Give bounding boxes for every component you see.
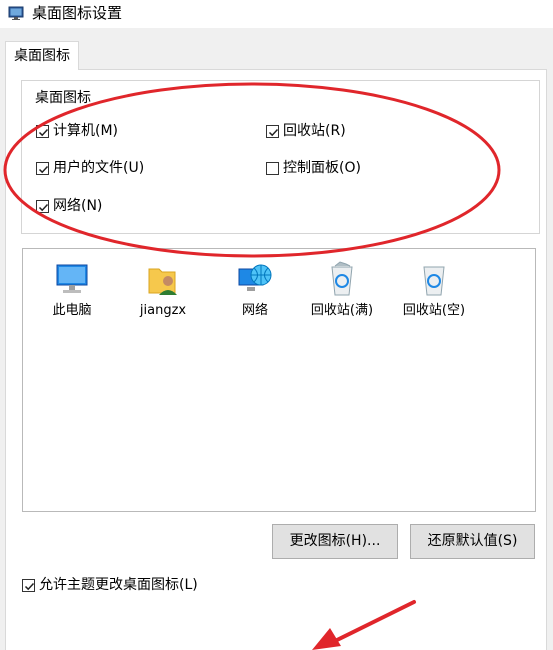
tab-desktop-icons[interactable]: 桌面图标	[5, 41, 79, 70]
checkbox-checked-icon	[36, 161, 49, 175]
network-icon	[235, 259, 275, 299]
checkbox-checked-icon	[266, 124, 279, 138]
checkbox-label: 回收站(R)	[283, 123, 346, 139]
checkbox-control-panel[interactable]: 控制面板(O)	[266, 159, 361, 177]
checkbox-label: 网络(N)	[53, 198, 103, 214]
checkbox-label: 允许主题更改桌面图标(L)	[39, 577, 198, 593]
item-label: jiangzx	[139, 303, 187, 318]
title-bar: 桌面图标设置	[0, 0, 553, 28]
checkbox-allow-theme[interactable]: 允许主题更改桌面图标(L)	[22, 576, 198, 594]
checkbox-checked-icon	[36, 124, 49, 138]
item-label: 回收站(满)	[310, 303, 374, 318]
list-item-recycle-bin-full[interactable]: 回收站(满)	[303, 259, 381, 319]
checkbox-user-files[interactable]: 用户的文件(U)	[36, 159, 144, 177]
item-label: 此电脑	[52, 303, 92, 318]
checkbox-checked-icon	[22, 578, 35, 592]
groupbox-label: 桌面图标	[33, 90, 93, 106]
list-item-recycle-bin-empty[interactable]: 回收站(空)	[395, 259, 473, 319]
checkbox-recycle-bin[interactable]: 回收站(R)	[266, 122, 346, 140]
item-label: 网络	[241, 303, 268, 318]
checkbox-computer[interactable]: 计算机(M)	[36, 122, 118, 140]
icon-list[interactable]: 此电脑 jiangzx 网络 回收站(满) 回收站(空)	[22, 248, 536, 512]
item-label: 回收站(空)	[402, 303, 466, 318]
checkbox-unchecked-icon	[266, 161, 279, 175]
checkbox-network[interactable]: 网络(N)	[36, 197, 102, 215]
computer-icon	[52, 259, 92, 299]
list-item-user-folder[interactable]: jiangzx	[124, 259, 202, 319]
list-item-this-pc[interactable]: 此电脑	[33, 259, 111, 319]
list-item-network[interactable]: 网络	[216, 259, 294, 319]
checkbox-label: 计算机(M)	[53, 123, 119, 139]
window-title: 桌面图标设置	[32, 4, 123, 22]
checkbox-label: 控制面板(O)	[283, 160, 361, 176]
checkbox-label: 用户的文件(U)	[53, 160, 145, 176]
desktop-monitor-icon	[8, 6, 24, 20]
change-icon-button[interactable]: 更改图标(H)...	[272, 524, 398, 559]
user-folder-icon	[143, 259, 183, 299]
restore-default-button[interactable]: 还原默认值(S)	[410, 524, 535, 559]
recycle-bin-empty-icon	[414, 259, 454, 299]
recycle-bin-full-icon	[322, 259, 362, 299]
checkbox-checked-icon	[36, 199, 49, 213]
